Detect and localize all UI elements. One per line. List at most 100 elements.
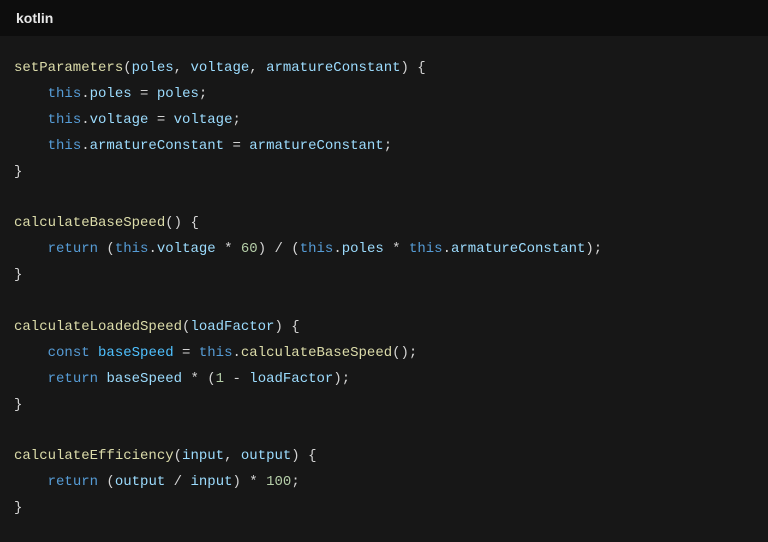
code-line: calculateBaseSpeed() { <box>14 211 754 237</box>
prop: voltage <box>90 112 149 128</box>
fn-name: calculateEfficiency <box>14 448 174 464</box>
punct: / <box>165 474 190 490</box>
punct: , <box>249 60 266 76</box>
kw-this: this <box>48 112 82 128</box>
param: loadFactor <box>190 319 274 335</box>
param: output <box>241 448 291 464</box>
punct: * <box>216 241 241 257</box>
fn-name: setParameters <box>14 60 123 76</box>
param: input <box>190 474 232 490</box>
var: baseSpeed <box>106 371 182 387</box>
code-line: return (this.voltage * 60) / (this.poles… <box>14 237 754 263</box>
code-line: } <box>14 393 754 419</box>
code-line <box>14 185 754 211</box>
punct: . <box>443 241 451 257</box>
param: poles <box>132 60 174 76</box>
kw-this: this <box>48 86 82 102</box>
param: armatureConstant <box>249 138 383 154</box>
code-body: setParameters(poles, voltage, armatureCo… <box>0 36 768 542</box>
code-line: const baseSpeed = this.calculateBaseSpee… <box>14 341 754 367</box>
punct: ; <box>199 86 207 102</box>
prop: armatureConstant <box>90 138 224 154</box>
var: baseSpeed <box>98 345 174 361</box>
code-line: calculateLoadedSpeed(loadFactor) { <box>14 315 754 341</box>
kw-this: this <box>48 138 82 154</box>
punct: } <box>14 267 22 283</box>
indent <box>14 138 48 154</box>
kw-return: return <box>48 241 98 257</box>
num: 1 <box>216 371 224 387</box>
punct: = <box>132 86 157 102</box>
punct: . <box>81 112 89 128</box>
kw-this: this <box>300 241 334 257</box>
punct: = <box>224 138 249 154</box>
punct: } <box>14 164 22 180</box>
punct: ) * <box>233 474 267 490</box>
prop: armatureConstant <box>451 241 585 257</box>
punct: * <box>384 241 409 257</box>
param: armatureConstant <box>266 60 400 76</box>
punct: ; <box>384 138 392 154</box>
punct: ) { <box>291 448 316 464</box>
punct: . <box>81 86 89 102</box>
prop: poles <box>342 241 384 257</box>
prop: voltage <box>157 241 216 257</box>
punct: (); <box>392 345 417 361</box>
punct: . <box>232 345 240 361</box>
punct: = <box>148 112 173 128</box>
code-line <box>14 418 754 444</box>
indent <box>14 86 48 102</box>
punct: . <box>333 241 341 257</box>
code-line: } <box>14 160 754 186</box>
punct: ( <box>174 448 182 464</box>
num: 100 <box>266 474 291 490</box>
param: poles <box>157 86 199 102</box>
punct: ); <box>333 371 350 387</box>
kw-return: return <box>48 371 98 387</box>
code-line: this.poles = poles; <box>14 82 754 108</box>
punct: , <box>224 448 241 464</box>
code-line: } <box>14 263 754 289</box>
fn-name: calculateBaseSpeed <box>241 345 392 361</box>
indent <box>14 474 48 490</box>
code-language-header: kotlin <box>0 0 768 36</box>
indent <box>14 112 48 128</box>
punct: . <box>148 241 156 257</box>
language-label: kotlin <box>16 10 53 26</box>
punct <box>90 345 98 361</box>
prop: poles <box>90 86 132 102</box>
punct: * ( <box>182 371 216 387</box>
num: 60 <box>241 241 258 257</box>
punct: ) / ( <box>258 241 300 257</box>
param: input <box>182 448 224 464</box>
code-line <box>14 289 754 315</box>
code-line: return baseSpeed * (1 - loadFactor); <box>14 367 754 393</box>
punct: () { <box>165 215 199 231</box>
code-line: } <box>14 496 754 522</box>
param: voltage <box>174 112 233 128</box>
punct: ( <box>123 60 131 76</box>
punct: ( <box>98 474 115 490</box>
code-block: kotlin setParameters(poles, voltage, arm… <box>0 0 768 542</box>
punct: , <box>174 60 191 76</box>
code-line: this.armatureConstant = armatureConstant… <box>14 134 754 160</box>
code-line: calculateEfficiency(input, output) { <box>14 444 754 470</box>
param: voltage <box>190 60 249 76</box>
punct: } <box>14 397 22 413</box>
indent <box>14 345 48 361</box>
code-line: this.voltage = voltage; <box>14 108 754 134</box>
code-line: setParameters(poles, voltage, armatureCo… <box>14 56 754 82</box>
indent <box>14 241 48 257</box>
punct: ; <box>232 112 240 128</box>
punct: ; <box>291 474 299 490</box>
kw-this: this <box>115 241 149 257</box>
param: loadFactor <box>249 371 333 387</box>
kw-const: const <box>48 345 90 361</box>
punct: . <box>81 138 89 154</box>
fn-name: calculateBaseSpeed <box>14 215 165 231</box>
kw-return: return <box>48 474 98 490</box>
punct: - <box>224 371 249 387</box>
punct: ); <box>585 241 602 257</box>
param: output <box>115 474 165 490</box>
punct: ( <box>98 241 115 257</box>
